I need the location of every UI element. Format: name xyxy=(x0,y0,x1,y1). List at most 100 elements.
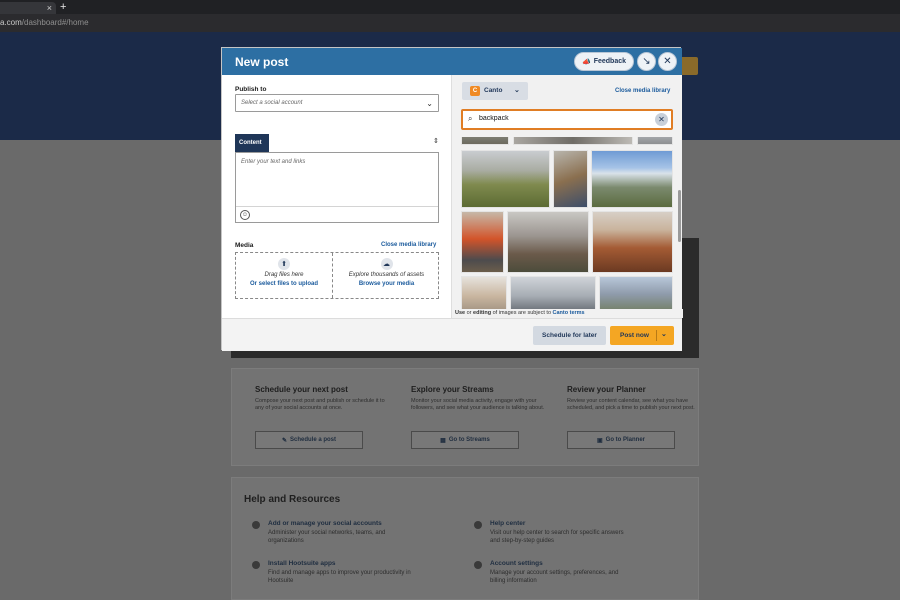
new-tab-icon[interactable]: + xyxy=(60,1,66,13)
help-item-desc: Visit our help center to search for spec… xyxy=(490,530,624,544)
image-thumbnail[interactable] xyxy=(599,276,673,310)
button-label: Schedule a post xyxy=(290,437,337,443)
image-thumbnail[interactable] xyxy=(507,211,589,273)
upload-icon: ⬆ xyxy=(278,258,290,270)
content-placeholder: Enter your text and links xyxy=(241,159,306,165)
image-thumbnail[interactable] xyxy=(461,276,507,310)
cta-planner: Review your Planner Review your content … xyxy=(567,385,707,412)
image-thumbnail[interactable] xyxy=(553,150,588,208)
cta-title: Schedule your next post xyxy=(255,385,348,394)
media-library-pane: C Canto ⌄ Close media library ⌕ ✕ xyxy=(451,75,683,318)
help-item-desc: Find and manage apps to improve your pro… xyxy=(268,570,411,584)
feedback-label: Feedback xyxy=(593,58,626,65)
image-thumbnail[interactable] xyxy=(592,211,673,273)
close-media-library-link[interactable]: Close media library xyxy=(381,242,436,248)
image-thumbnail[interactable] xyxy=(461,150,550,208)
tab-content[interactable]: Content xyxy=(235,134,269,152)
media-label: Media xyxy=(235,242,254,249)
feedback-button[interactable]: 📣 Feedback xyxy=(574,52,634,71)
image-thumbnail[interactable] xyxy=(637,137,673,145)
help-item-title: Install Hootsuite apps xyxy=(268,560,336,567)
upload-column[interactable]: ⬆ Drag files here Or select files to upl… xyxy=(236,253,332,298)
chevron-down-icon: ⌄ xyxy=(426,99,433,108)
account-placeholder: Select a social account xyxy=(241,100,303,106)
minimize-icon: ↘ xyxy=(642,55,651,67)
button-label: Go to Streams xyxy=(448,437,490,443)
modal-header: New post 📣 Feedback ↘ ✕ xyxy=(222,48,682,75)
chevron-down-icon: ⌄ xyxy=(514,87,520,94)
emoji-icon[interactable]: ☺ xyxy=(240,210,250,220)
cta-schedule: Schedule your next post Compose your nex… xyxy=(255,385,395,412)
canto-terms-link[interactable]: Canto terms xyxy=(553,310,585,316)
post-now-label: Post now xyxy=(620,332,649,339)
button-label: Go to Planner xyxy=(605,437,645,443)
cta-title: Review your Planner xyxy=(567,385,646,394)
content-toolbar: ☺ xyxy=(236,206,438,222)
help-item-desc: Administer your social networks, teams, … xyxy=(268,530,386,544)
cta-desc: Review your content calendar, see what y… xyxy=(567,398,695,411)
accounts-icon xyxy=(252,521,260,529)
calendar-icon: ▣ xyxy=(596,437,603,444)
chevron-down-icon[interactable]: ⌄ xyxy=(661,330,667,338)
image-thumbnail[interactable] xyxy=(461,137,509,145)
help-item-apps[interactable]: Install Hootsuite apps Find and manage a… xyxy=(252,560,412,585)
publish-to-label: Publish to xyxy=(235,86,267,93)
cta-streams: Explore your Streams Monitor your social… xyxy=(411,385,551,412)
help-item-help-center[interactable]: Help center Visit our help center to sea… xyxy=(474,520,634,545)
megaphone-icon: 📣 xyxy=(581,58,591,66)
help-item-accounts[interactable]: Add or manage your social accounts Admin… xyxy=(252,520,412,545)
help-item-settings[interactable]: Account settings Manage your account set… xyxy=(474,560,634,585)
social-account-select[interactable]: Select a social account ⌄ xyxy=(235,94,439,112)
streams-icon: ▦ xyxy=(440,437,446,444)
canto-logo-icon: C xyxy=(470,86,480,96)
cloud-icon: ☁ xyxy=(380,258,393,270)
tab-close-icon[interactable]: × xyxy=(47,2,52,14)
image-thumbnail[interactable] xyxy=(461,211,504,273)
browser-tab[interactable]: × xyxy=(0,2,56,14)
close-media-library-link[interactable]: Close media library xyxy=(615,88,670,94)
image-thumbnail[interactable] xyxy=(591,150,673,208)
composer-pane: Publish to Select a social account ⌄ Con… xyxy=(222,75,451,318)
cta-desc: Compose your next post and publish or sc… xyxy=(255,398,385,411)
schedule-post-button[interactable]: ✎ Schedule a post xyxy=(255,431,363,449)
media-scrollbar[interactable] xyxy=(678,190,681,242)
post-now-button[interactable]: Post now ⌄ xyxy=(610,326,674,345)
schedule-later-button[interactable]: Schedule for later xyxy=(533,326,606,345)
content-textarea[interactable]: Enter your text and links ☺ xyxy=(235,152,439,223)
go-to-streams-button[interactable]: ▦ Go to Streams xyxy=(411,431,519,449)
help-heading: Help and Resources xyxy=(244,494,341,505)
compose-icon: ✎ xyxy=(281,437,287,444)
media-source-select[interactable]: C Canto ⌄ xyxy=(462,82,528,100)
modal-footer: Schedule for later Post now ⌄ xyxy=(222,318,682,351)
terms-editing: editing xyxy=(473,310,492,316)
search-icon: ⌕ xyxy=(468,114,473,123)
help-icon xyxy=(474,521,482,529)
cta-title: Explore your Streams xyxy=(411,385,494,394)
help-item-title: Add or manage your social accounts xyxy=(268,520,382,527)
help-item-title: Help center xyxy=(490,520,526,527)
address-bar[interactable]: a.com/dashboard#/home xyxy=(0,14,900,32)
apps-icon xyxy=(252,561,260,569)
select-files-link[interactable]: Or select files to upload xyxy=(236,281,332,287)
media-search-input[interactable] xyxy=(479,115,639,122)
image-grid xyxy=(461,137,673,310)
url-domain: a.com xyxy=(0,18,22,27)
sort-icon[interactable]: ⇕ xyxy=(433,137,439,145)
help-item-desc: Manage your account settings, preference… xyxy=(490,570,619,584)
media-search[interactable]: ⌕ ✕ xyxy=(461,109,673,130)
browse-column[interactable]: ☁ Explore thousands of assets Browse you… xyxy=(333,253,440,298)
media-dropzone[interactable]: ⬆ Drag files here Or select files to upl… xyxy=(235,252,439,299)
image-thumbnail[interactable] xyxy=(513,137,633,145)
clear-search-icon[interactable]: ✕ xyxy=(655,113,668,126)
image-thumbnail[interactable] xyxy=(510,276,596,310)
terms-rest: of images are subject to xyxy=(491,310,553,316)
close-modal-button[interactable]: ✕ xyxy=(658,52,677,71)
browse-media-link[interactable]: Browse your media xyxy=(333,281,440,287)
cta-desc: Monitor your social media activity, enga… xyxy=(411,398,545,411)
minimize-button[interactable]: ↘ xyxy=(637,52,656,71)
close-icon: ✕ xyxy=(663,55,672,67)
go-to-planner-button[interactable]: ▣ Go to Planner xyxy=(567,431,675,449)
explore-assets-text: Explore thousands of assets xyxy=(348,272,425,278)
browser-tab-bar: × + xyxy=(0,0,900,14)
divider xyxy=(656,330,657,341)
